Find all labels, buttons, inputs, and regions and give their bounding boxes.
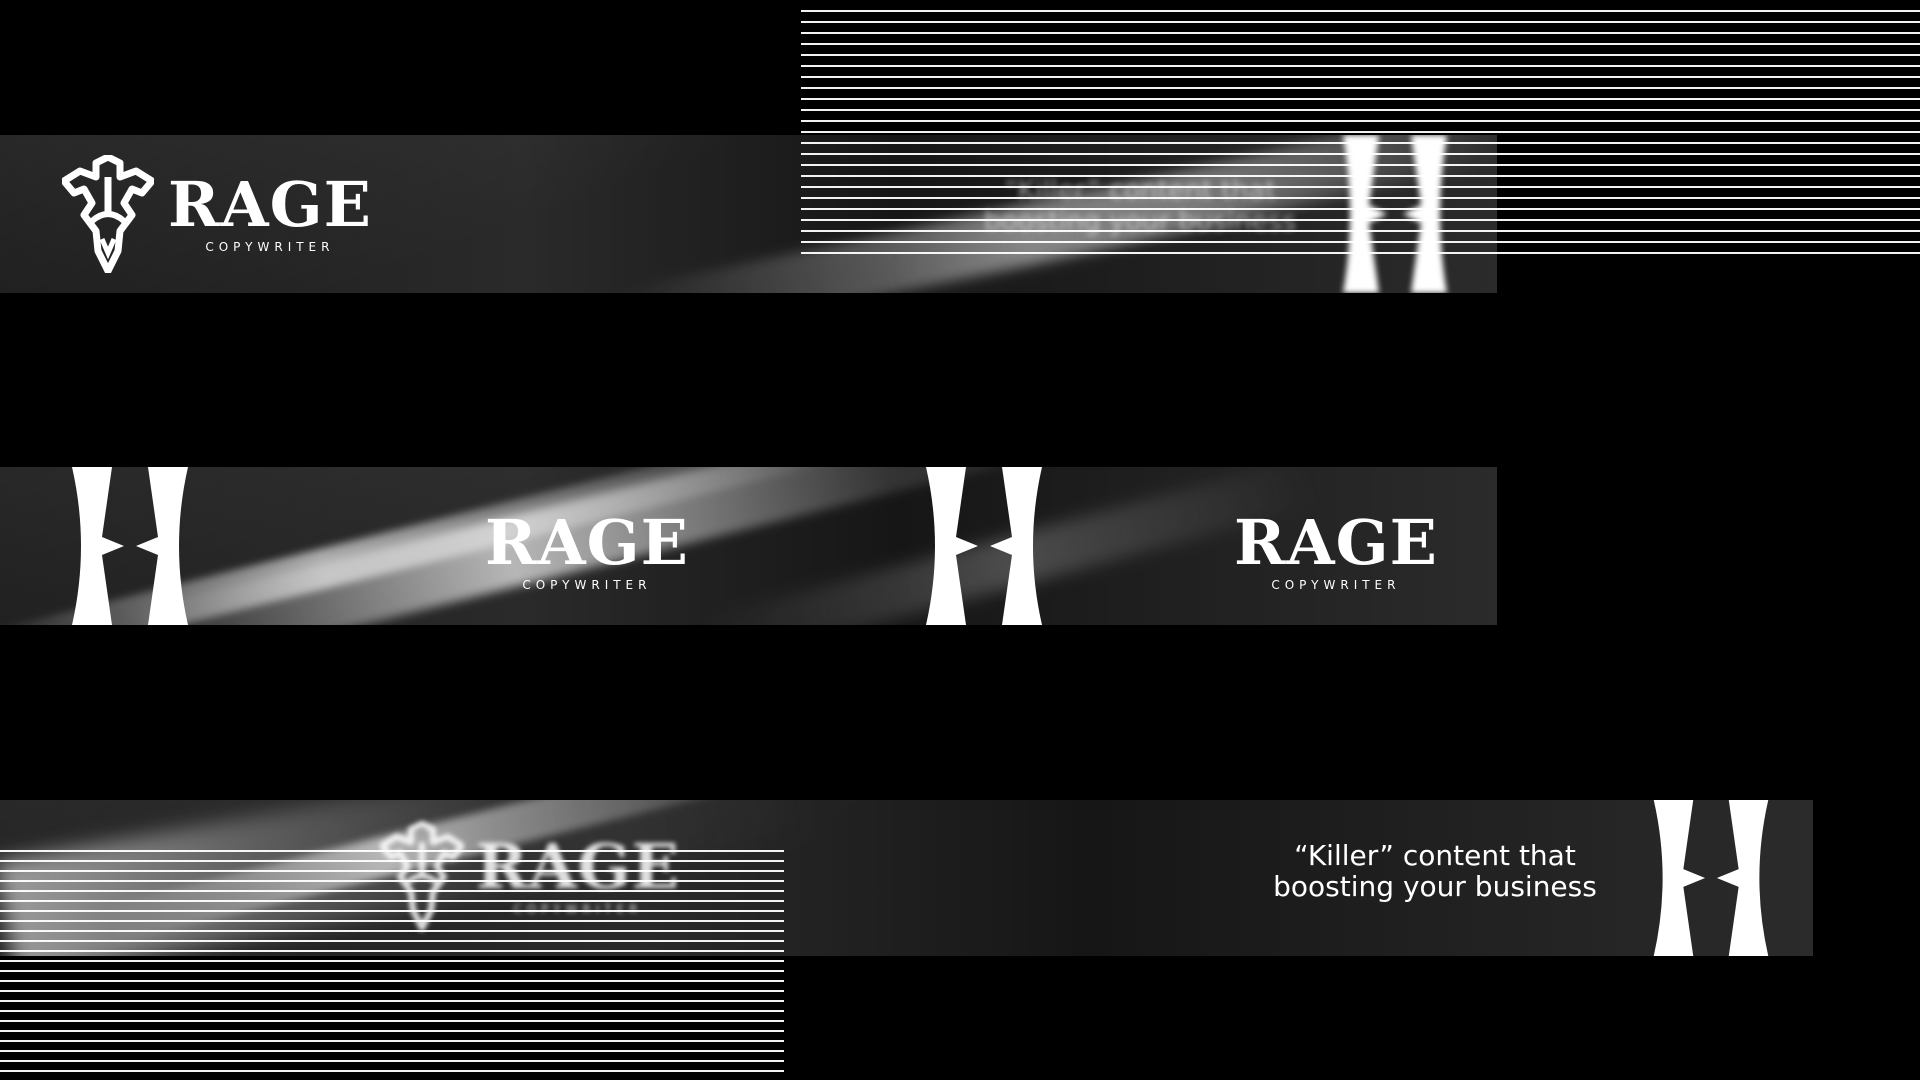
- brand-name: RAGE: [485, 506, 689, 579]
- brand-subtitle: COPYWRITER: [1271, 578, 1401, 592]
- tagline-line-2: boosting your business: [1273, 870, 1597, 903]
- scan-backdrop-bottom: [0, 956, 784, 1080]
- logo-wordmark: RAGE COPYWRITER: [485, 506, 689, 593]
- tagline-line-1: “Killer” content that: [1004, 175, 1276, 206]
- tagline-blurred: “Killer” content that boosting your busi…: [920, 175, 1360, 237]
- brand-name: RAGE: [476, 830, 680, 903]
- banner-strip-3: RAGE COPYWRITER “Killer” content that bo…: [0, 800, 1813, 956]
- rage-k-emblem-icon: [1650, 800, 1772, 956]
- brand-logo: RAGE COPYWRITER: [485, 506, 689, 593]
- brand-logo: RAGE COPYWRITER: [62, 155, 372, 273]
- tagline-line-1: “Killer” content that: [1294, 839, 1576, 872]
- brand-subtitle: COPYWRITER: [205, 240, 335, 254]
- brand-subtitle: COPYWRITER: [522, 578, 652, 592]
- brand-logo-blurred: RAGE COPYWRITER: [380, 818, 680, 934]
- scan-backdrop-top: [801, 10, 1920, 135]
- banner-strip-2: RAGE COPYWRITER RAGE COPYWRITER: [0, 467, 1497, 625]
- rage-crest-icon: [62, 155, 154, 273]
- tagline-line-2: boosting your business: [983, 206, 1297, 237]
- stage: RAGE COPYWRITER “Killer” content that bo…: [0, 0, 1920, 1080]
- brand-name: RAGE: [168, 168, 372, 241]
- brand-name: RAGE: [1234, 506, 1438, 579]
- logo-wordmark: RAGE COPYWRITER: [1234, 506, 1438, 593]
- banner-strip-1: RAGE COPYWRITER “Killer” content that bo…: [0, 135, 1497, 293]
- logo-wordmark: RAGE COPYWRITER: [168, 168, 372, 255]
- rage-crest-icon: [380, 818, 464, 934]
- rage-k-emblem-icon: [70, 467, 190, 625]
- logo-wordmark: RAGE COPYWRITER: [476, 830, 680, 917]
- brand-subtitle: COPYWRITER: [513, 902, 643, 916]
- brand-logo: RAGE COPYWRITER: [1234, 506, 1438, 593]
- rage-k-emblem-icon: [924, 467, 1044, 625]
- rage-k-emblem-icon: [1335, 135, 1455, 293]
- tagline: “Killer” content that boosting your busi…: [1255, 840, 1615, 902]
